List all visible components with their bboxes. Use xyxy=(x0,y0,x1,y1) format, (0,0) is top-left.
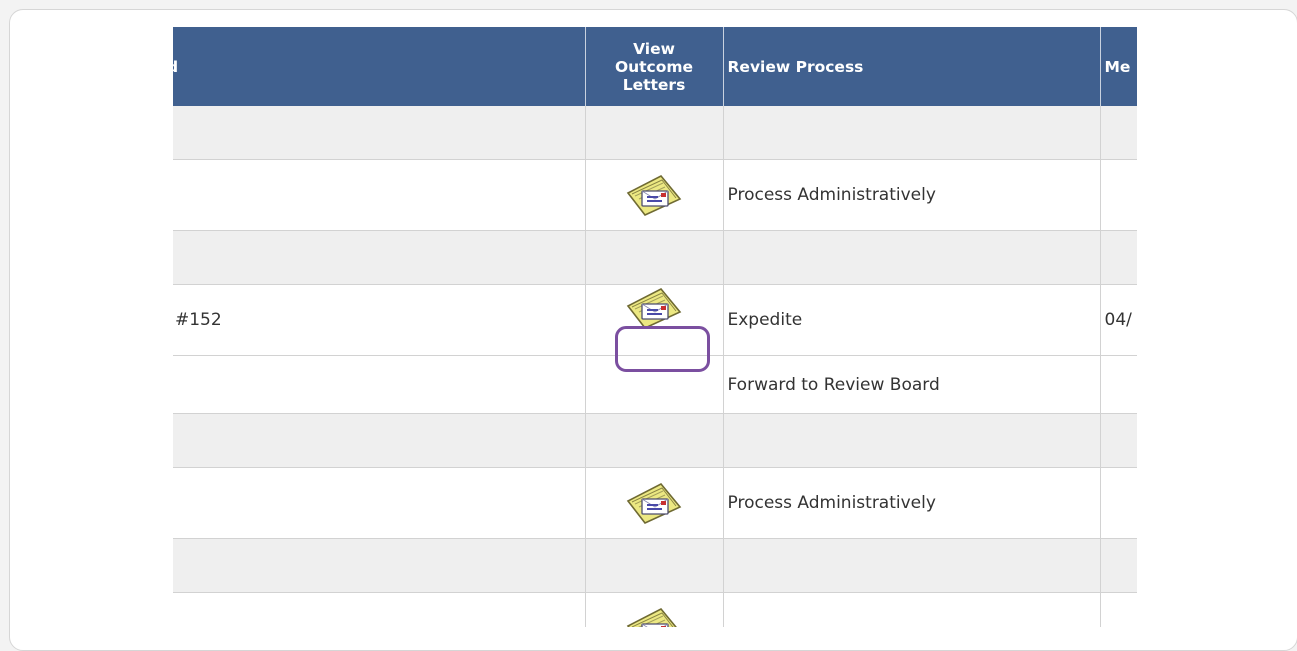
cell-col1 xyxy=(173,592,586,627)
header-review-process-label: Review Process xyxy=(727,57,864,76)
cell-col4 xyxy=(1100,159,1137,231)
group-row xyxy=(173,413,1137,468)
cell-col1 xyxy=(173,538,586,593)
cell-review-process: Process Administratively xyxy=(723,159,1101,231)
cell-review-process xyxy=(723,538,1101,593)
cell-review-process: Expedite xyxy=(723,284,1101,356)
cell-col1 xyxy=(173,159,586,231)
header-review-process[interactable]: Review Process xyxy=(723,27,1101,106)
cell-review-process: Forward to Review Board xyxy=(723,355,1101,414)
cell-col1 xyxy=(173,230,586,285)
table-row xyxy=(173,592,1137,627)
header-view-outcome-letters[interactable]: View Outcome Letters xyxy=(585,27,724,106)
header-col1-label: d xyxy=(173,58,178,76)
table-row: Process Administratively xyxy=(173,159,1137,231)
cell-col4: 04/ xyxy=(1100,284,1137,356)
header-view-outcome-line3: Letters xyxy=(622,75,686,94)
highlight-ring xyxy=(615,326,710,372)
cell-review-process-text: Expedite xyxy=(727,310,803,330)
cell-col4 xyxy=(1100,230,1137,285)
cell-review-process xyxy=(723,106,1101,160)
cell-view-letter xyxy=(585,159,724,231)
cell-review-process-text: Process Administratively xyxy=(727,493,936,513)
header-view-outcome-line2: Outcome xyxy=(614,57,694,76)
cell-col4-text: 04/ xyxy=(1104,310,1132,330)
cell-view-letter xyxy=(585,106,724,160)
header-col4-label: Me xyxy=(1104,57,1131,76)
cell-col1: #152 xyxy=(173,284,586,356)
cell-col4 xyxy=(1100,538,1137,593)
cell-view-letter xyxy=(585,592,724,627)
header-view-outcome-line1: View xyxy=(633,39,675,58)
cell-col4 xyxy=(1100,592,1137,627)
group-row xyxy=(173,538,1137,593)
cell-col1 xyxy=(173,355,586,414)
header-col1[interactable]: d xyxy=(173,27,586,106)
cell-review-process: Process Administratively xyxy=(723,467,1101,539)
letter-envelope-icon[interactable] xyxy=(625,481,683,525)
table-row: Process Administratively xyxy=(173,467,1137,539)
letter-envelope-icon[interactable] xyxy=(625,173,683,217)
cell-col1 xyxy=(173,467,586,539)
header-col4[interactable]: Me xyxy=(1100,27,1137,106)
cell-review-process-text: Forward to Review Board xyxy=(727,374,940,395)
cell-view-letter xyxy=(585,413,724,468)
cell-review-process xyxy=(723,230,1101,285)
cell-col1 xyxy=(173,106,586,160)
cell-view-letter xyxy=(585,230,724,285)
cell-col4 xyxy=(1100,106,1137,160)
screenshot-card: d View Outcome Letters Review Process Me xyxy=(9,9,1297,651)
cell-review-process xyxy=(723,413,1101,468)
group-row xyxy=(173,106,1137,160)
cell-view-letter xyxy=(585,538,724,593)
letter-envelope-icon[interactable] xyxy=(625,286,683,330)
header-row: d View Outcome Letters Review Process Me xyxy=(173,27,1137,106)
cell-col1 xyxy=(173,413,586,468)
cell-col1-text: #152 xyxy=(175,310,222,330)
cell-col4 xyxy=(1100,355,1137,414)
cell-col4 xyxy=(1100,413,1137,468)
cell-review-process xyxy=(723,592,1101,627)
cell-review-process-text: Process Administratively xyxy=(727,185,936,205)
cell-view-letter xyxy=(585,467,724,539)
cell-col4 xyxy=(1100,467,1137,539)
group-row xyxy=(173,230,1137,285)
